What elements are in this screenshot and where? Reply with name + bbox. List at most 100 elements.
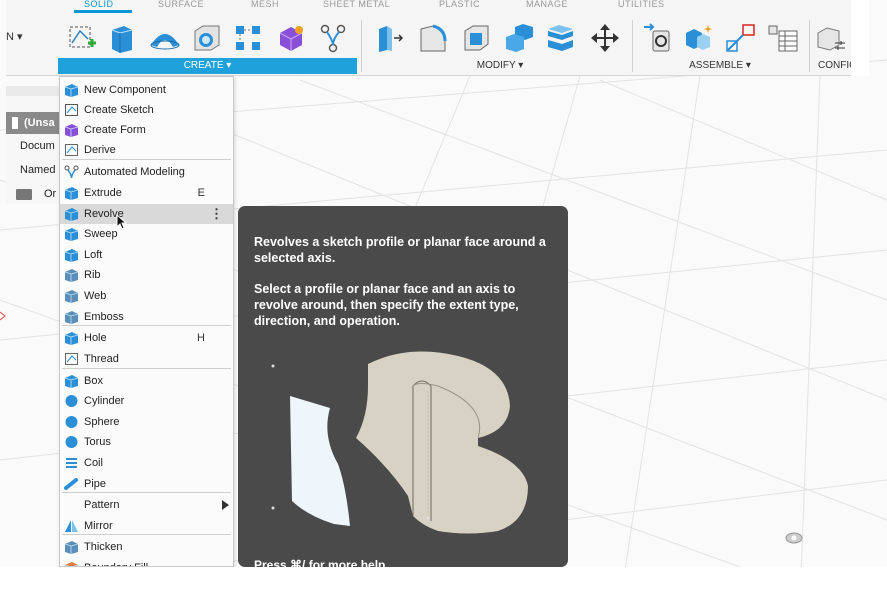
joint-icon: [644, 23, 670, 52]
tab-surface[interactable]: SURFACE: [158, 0, 204, 12]
menu-item-emboss[interactable]: Emboss: [60, 307, 233, 327]
split-body-tool[interactable]: [544, 20, 578, 56]
menu-item-boundary-fill[interactable]: Boundary Fill: [60, 558, 233, 566]
menu-item-derive[interactable]: Derive: [60, 140, 233, 160]
tooltip-help-hint: Press ⌘/ for more help: [254, 558, 386, 567]
extrude-icon: [64, 186, 79, 200]
menu-item-coil[interactable]: Coil: [60, 453, 233, 473]
mirror-icon: [64, 519, 79, 533]
tab-sheet-metal[interactable]: SHEET METAL: [323, 0, 390, 12]
tab-manage[interactable]: MANAGE: [526, 0, 568, 12]
menu-separator: [62, 325, 231, 326]
move-icon: [591, 24, 619, 52]
pipe-icon: [64, 477, 79, 491]
tab-plastic[interactable]: PLASTIC: [439, 0, 480, 12]
menu-item-pattern[interactable]: Pattern: [60, 495, 233, 515]
browser-item-document-settings[interactable]: Docum: [6, 135, 55, 157]
bom-tool[interactable]: [766, 20, 800, 56]
sweep-icon: [64, 227, 79, 241]
menu-item-pipe[interactable]: Pipe: [60, 474, 233, 494]
extrude-tool[interactable]: [104, 20, 138, 56]
menu-item-box[interactable]: Box: [60, 371, 233, 391]
move-copy-tool[interactable]: [588, 20, 622, 56]
menu-item-label: Mirror: [84, 520, 113, 532]
thread-icon: [64, 352, 79, 366]
as-built-joint-icon: [726, 24, 755, 52]
menu-item-sphere[interactable]: Sphere: [60, 412, 233, 432]
menu-item-hole[interactable]: Hole H: [60, 328, 233, 348]
menu-item-sweep[interactable]: Sweep: [60, 224, 233, 244]
new-component-icon: [686, 25, 712, 50]
create-sketch-tool[interactable]: [64, 20, 98, 56]
web-icon: [64, 289, 79, 303]
emboss-icon: [64, 310, 79, 324]
menu-item-label: Sweep: [84, 228, 118, 240]
pattern-tool[interactable]: [231, 20, 265, 56]
tooltip-summary: Revolves a sketch profile or planar face…: [254, 235, 546, 265]
fillet-tool[interactable]: [416, 20, 450, 56]
menu-item-extrude[interactable]: Extrude E: [60, 183, 233, 203]
combine-tool[interactable]: [502, 20, 536, 56]
menu-item-label: Web: [84, 290, 107, 302]
create-dropdown-menu: New Component Create Sketch Create Form Der…: [59, 76, 234, 567]
menu-item-new-component[interactable]: New Component: [60, 80, 233, 100]
menu-item-automated-modeling[interactable]: Automated Modeling: [60, 162, 233, 182]
tooltip-instructions: Select a profile or planar face and an a…: [254, 282, 519, 328]
torus-icon: [64, 435, 79, 449]
press-pull-tool[interactable]: [372, 20, 406, 56]
shortcut-key: H: [197, 332, 205, 344]
more-options-icon[interactable]: ⋮: [210, 204, 223, 224]
coil-icon: [64, 456, 79, 470]
menu-item-rib[interactable]: Rib: [60, 265, 233, 285]
menu-item-torus[interactable]: Torus: [60, 432, 233, 452]
revolve-tool[interactable]: [148, 20, 182, 56]
menu-item-label: Create Form: [84, 124, 146, 136]
menu-item-create-sketch[interactable]: Create Sketch: [60, 100, 233, 120]
menu-item-label: Thread: [84, 353, 119, 365]
form-icon: [279, 26, 303, 51]
automated-modeling-icon: [64, 165, 79, 179]
menu-item-mirror[interactable]: Mirror: [60, 516, 233, 536]
automated-modeling-tool[interactable]: [316, 20, 350, 56]
menu-item-loft[interactable]: Loft: [60, 245, 233, 265]
menu-item-label: Pattern: [84, 499, 120, 511]
menu-item-thread[interactable]: Thread: [60, 349, 233, 369]
submenu-arrow-icon: [222, 500, 229, 510]
create-form-tool[interactable]: [274, 20, 308, 56]
tab-utilities[interactable]: UTILITIES: [618, 0, 665, 12]
thicken-icon: [64, 540, 79, 554]
as-built-joint-tool[interactable]: [724, 20, 758, 56]
browser-item-origin[interactable]: Or: [6, 183, 56, 205]
form-icon: [64, 123, 79, 137]
loft-icon: [64, 248, 79, 262]
browser-root[interactable]: (Unsa: [6, 112, 61, 134]
table-icon: [768, 25, 798, 52]
configure-tool[interactable]: [814, 20, 848, 56]
menu-item-web[interactable]: Web: [60, 286, 233, 306]
menu-item-cylinder[interactable]: Cylinder: [60, 391, 233, 411]
press-pull-icon: [379, 26, 404, 52]
menu-item-label: Loft: [84, 249, 103, 261]
toolbar-separator: [632, 20, 633, 72]
menu-item-label: Create Sketch: [84, 104, 154, 116]
tab-mesh[interactable]: MESH: [251, 0, 279, 12]
menu-item-revolve[interactable]: Revolve ⋮: [60, 204, 233, 224]
browser-item-named-views[interactable]: Named: [6, 159, 55, 181]
new-component-tool[interactable]: [682, 20, 716, 56]
workspace-dropdown[interactable]: N ▾: [6, 22, 26, 52]
menu-item-create-form[interactable]: Create Form: [60, 120, 233, 140]
create-menu-button[interactable]: CREATE ▾: [58, 58, 357, 74]
menu-item-thicken[interactable]: Thicken: [60, 537, 233, 557]
orbit-icon[interactable]: [784, 531, 804, 545]
folder-icon: [16, 188, 32, 200]
shell-tool[interactable]: [459, 20, 493, 56]
toolbar-separator: [361, 20, 362, 72]
assemble-menu-button[interactable]: ASSEMBLE ▾: [634, 58, 806, 74]
revolve-icon: [150, 34, 180, 50]
sphere-icon: [64, 415, 79, 429]
hole-tool[interactable]: [190, 20, 224, 56]
joint-tool[interactable]: [640, 20, 674, 56]
window-edge: [851, 0, 869, 76]
modify-menu-button[interactable]: MODIFY ▾: [370, 58, 630, 74]
menu-item-label: Cylinder: [84, 395, 125, 407]
